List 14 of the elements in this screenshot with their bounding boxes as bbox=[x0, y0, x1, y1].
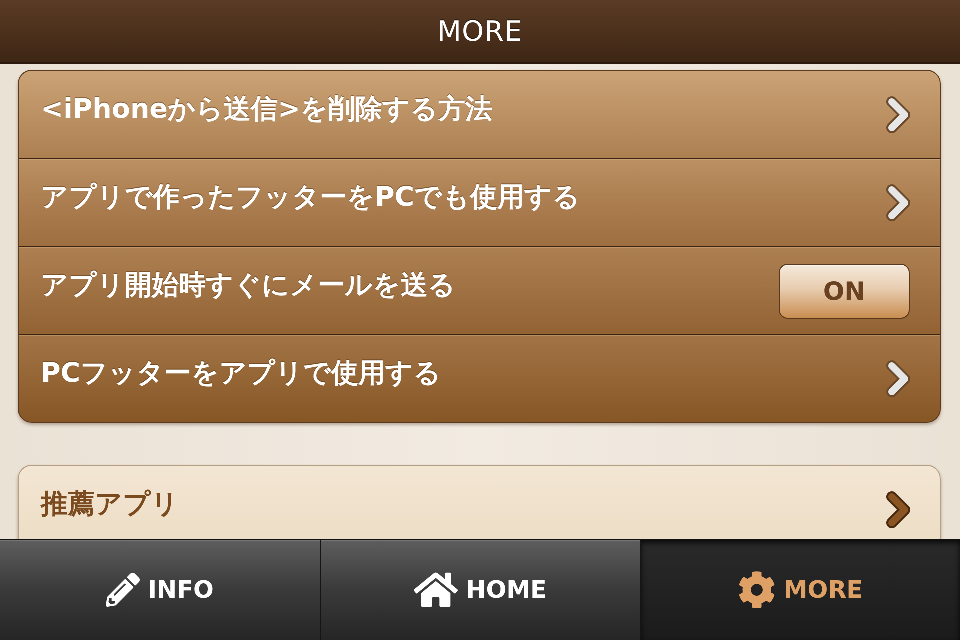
tab-bar-tab[interactable]: HOME bbox=[320, 540, 640, 640]
chevron-right-icon bbox=[886, 184, 912, 222]
tab-bar-tab[interactable]: INFO bbox=[0, 540, 320, 640]
chevron-right-icon bbox=[886, 360, 912, 398]
menu-item-label: アプリ開始時すぐにメールを送る bbox=[41, 268, 456, 302]
on-off-toggle[interactable]: ON bbox=[779, 264, 910, 319]
menu-item-label[interactable]: 推薦アプリ bbox=[41, 486, 179, 522]
screen-title: MORE bbox=[437, 14, 523, 48]
chevron-right-icon bbox=[886, 96, 912, 134]
pencil-icon bbox=[106, 573, 140, 607]
menu-item-label[interactable]: PCフッターをアプリで使用する bbox=[41, 354, 442, 390]
chevron-right-icon bbox=[886, 490, 912, 528]
tab-bar-tab[interactable]: MORE bbox=[640, 540, 960, 640]
gear-icon bbox=[738, 571, 776, 609]
